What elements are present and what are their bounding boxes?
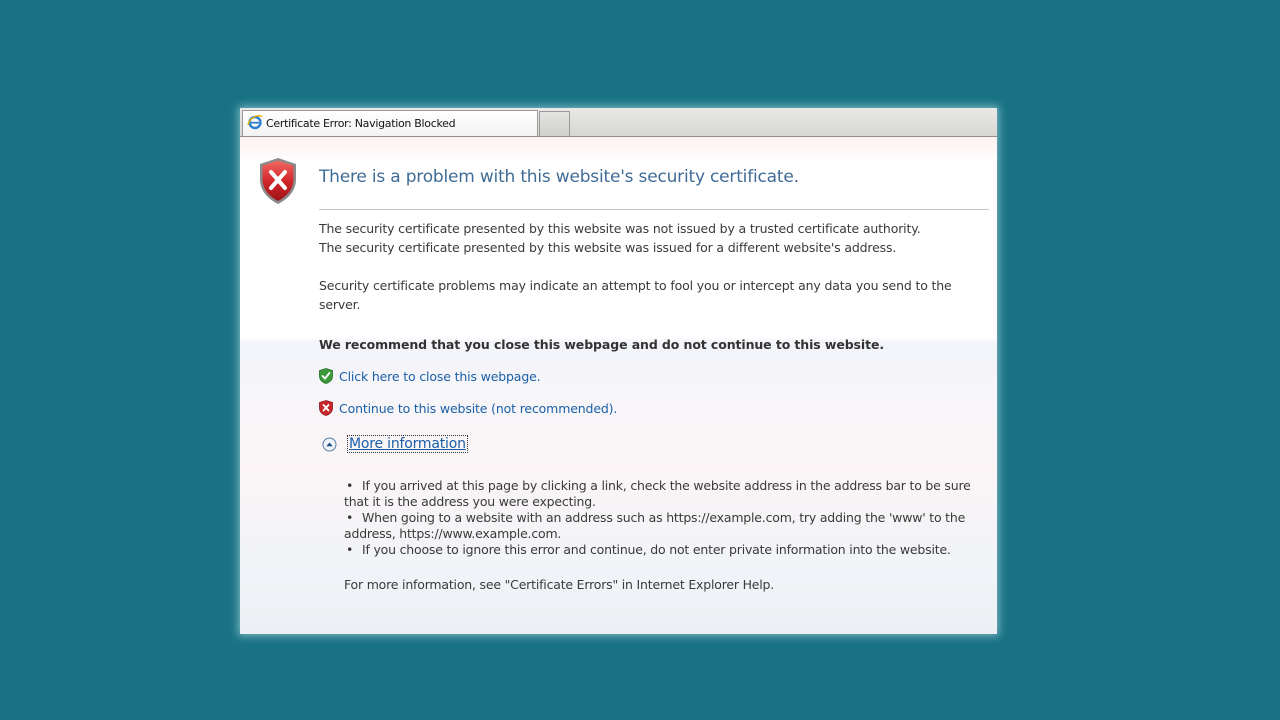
list-item: If you arrived at this page by clicking … xyxy=(344,478,980,510)
warning-text: Security certificate problems may indica… xyxy=(319,278,952,312)
list-item: If you choose to ignore this error and c… xyxy=(344,542,980,558)
problem-address-mismatch: The security certificate presented by th… xyxy=(319,240,897,255)
more-information-link[interactable]: More information xyxy=(347,435,468,453)
more-information-list: If you arrived at this page by clicking … xyxy=(344,478,980,558)
tab-bar: Certificate Error: Navigation Blocked xyxy=(240,108,997,137)
problem-untrusted-ca: The security certificate presented by th… xyxy=(319,221,921,236)
error-shield-icon xyxy=(258,157,298,209)
green-shield-check-icon xyxy=(319,368,333,384)
ie-logo-icon xyxy=(247,114,263,134)
browser-window: Certificate Error: Navigation Blocked Th… xyxy=(240,108,997,634)
list-item: When going to a website with an address … xyxy=(344,510,980,542)
continue-website-link[interactable]: Continue to this website (not recommende… xyxy=(339,401,617,416)
red-shield-x-icon xyxy=(319,400,333,416)
recommendation-text: We recommend that you close this webpage… xyxy=(319,337,884,352)
close-webpage-link[interactable]: Click here to close this webpage. xyxy=(339,369,541,384)
page-title: There is a problem with this website's s… xyxy=(319,167,799,187)
close-webpage-action[interactable]: Click here to close this webpage. xyxy=(319,368,541,384)
more-information-toggle[interactable]: More information xyxy=(322,435,468,453)
help-note: For more information, see "Certificate E… xyxy=(344,577,775,592)
problem-list: The security certificate presented by th… xyxy=(319,219,969,257)
tab-certificate-error[interactable]: Certificate Error: Navigation Blocked xyxy=(242,110,538,136)
error-page: There is a problem with this website's s… xyxy=(240,137,997,634)
continue-website-action[interactable]: Continue to this website (not recommende… xyxy=(319,400,617,416)
tab-title: Certificate Error: Navigation Blocked xyxy=(266,117,456,130)
divider xyxy=(319,209,989,210)
chevron-up-icon[interactable] xyxy=(322,437,337,452)
new-tab-button[interactable] xyxy=(539,111,570,136)
